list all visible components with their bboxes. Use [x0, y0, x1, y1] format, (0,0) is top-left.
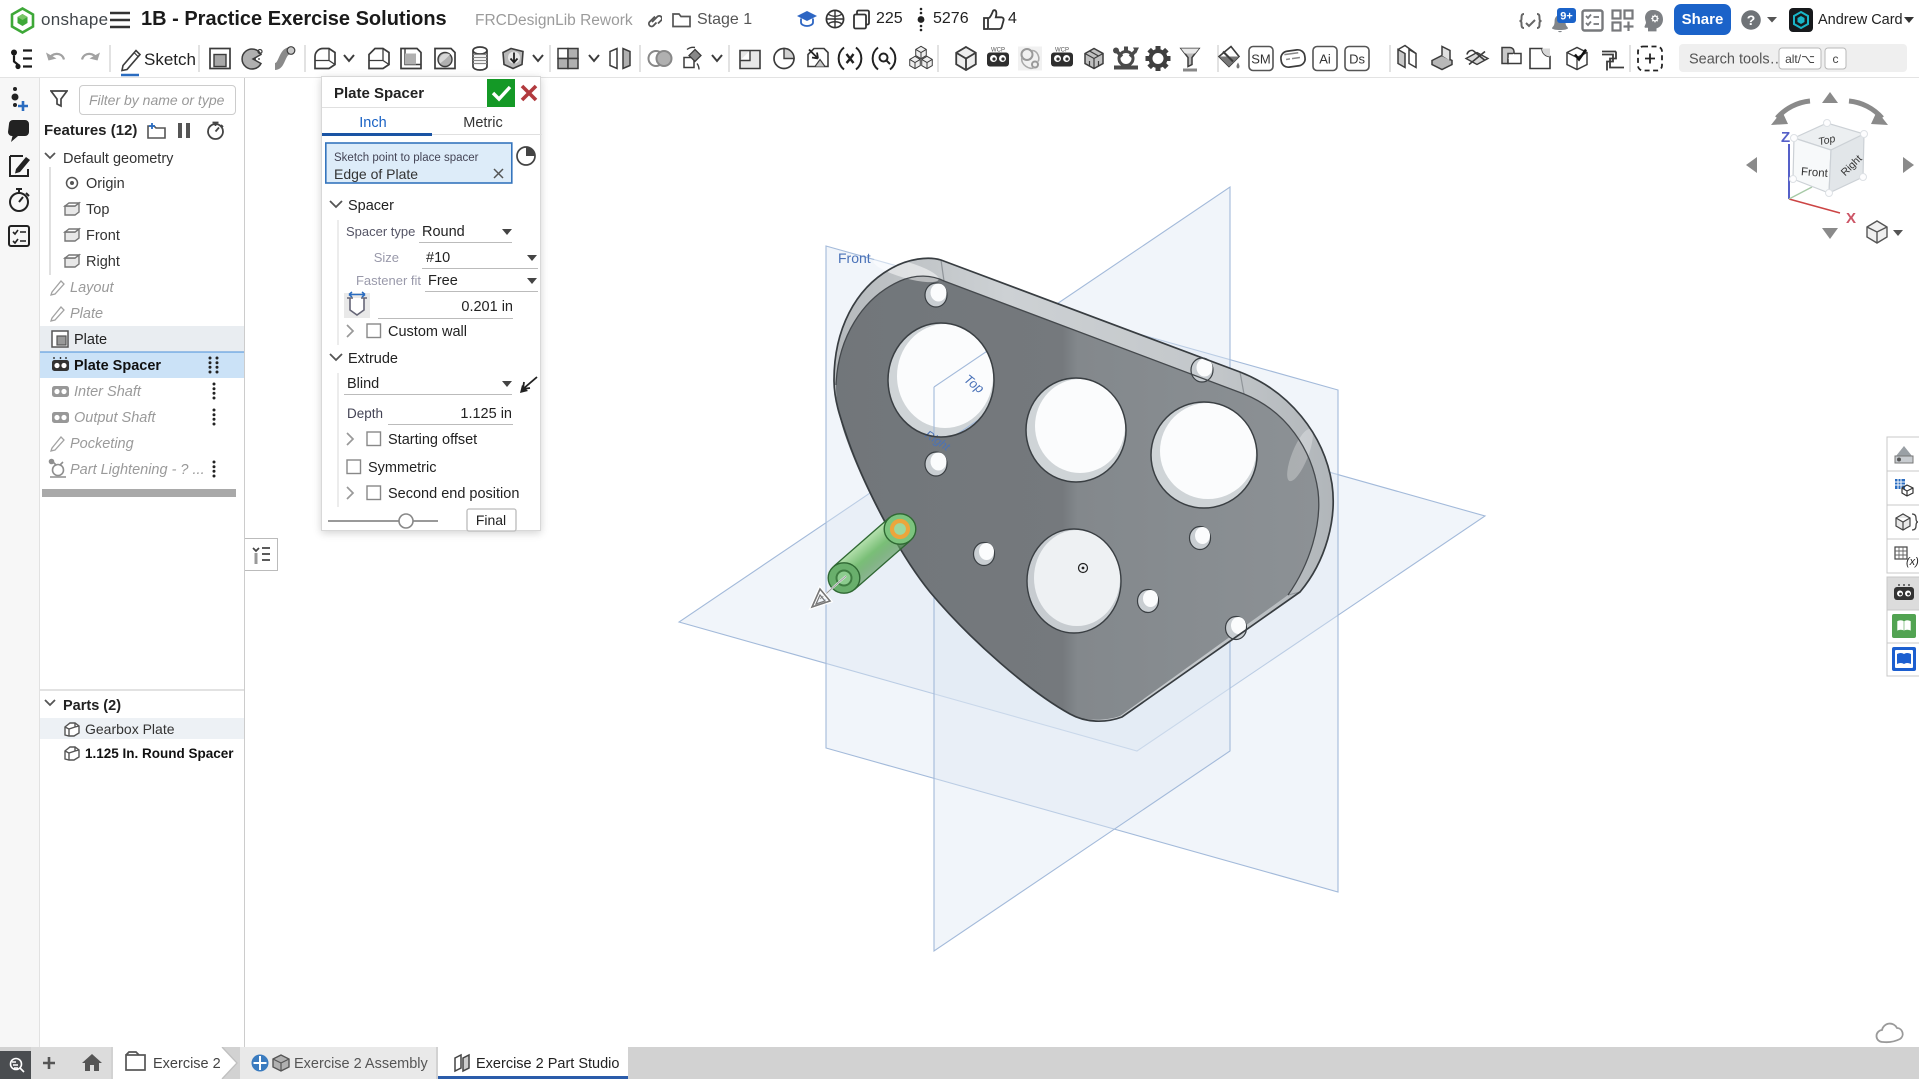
svg-text:Fastener fit: Fastener fit [356, 273, 421, 288]
svg-text:Top: Top [86, 202, 109, 218]
svg-text:Inter Shaft: Inter Shaft [74, 384, 142, 400]
svg-text:9+: 9+ [1560, 11, 1573, 23]
svg-text:Front: Front [838, 250, 871, 266]
svg-text:Plate: Plate [74, 332, 107, 348]
svg-text:Round: Round [422, 224, 465, 240]
svg-text:Extrude: Extrude [348, 351, 398, 367]
svg-text:Ds: Ds [1349, 52, 1365, 67]
svg-text:Gearbox Plate: Gearbox Plate [85, 721, 175, 737]
svg-text:?: ? [1747, 12, 1756, 28]
svg-text:Exercise 2 Part Studio: Exercise 2 Part Studio [476, 1056, 619, 1072]
svg-text:Spacer type: Spacer type [346, 224, 415, 239]
svg-text:Inch: Inch [359, 115, 386, 131]
svg-text:1.125 In. Round Spacer: 1.125 In. Round Spacer [85, 746, 234, 761]
svg-text:Origin: Origin [86, 176, 125, 192]
svg-text:Ai: Ai [1319, 52, 1331, 67]
svg-text:Sketch: Sketch [144, 50, 196, 69]
svg-text:Custom wall: Custom wall [388, 324, 467, 340]
svg-text:Starting offset: Starting offset [388, 432, 477, 448]
svg-text:SM: SM [1251, 52, 1271, 67]
svg-text:Default geometry: Default geometry [63, 151, 174, 167]
svg-text:Exercise 2: Exercise 2 [153, 1056, 221, 1072]
svg-text:0.201 in: 0.201 in [461, 299, 513, 315]
svg-text:Plate Spacer: Plate Spacer [334, 85, 424, 102]
svg-text:Edge of Plate: Edge of Plate [334, 166, 418, 182]
svg-text:Front: Front [1801, 166, 1829, 180]
svg-text:Part Lightening - ? ...: Part Lightening - ? ... [70, 462, 205, 478]
svg-text:Right: Right [86, 254, 120, 270]
svg-text:Layout: Layout [70, 280, 115, 296]
svg-text:Depth: Depth [347, 406, 383, 421]
svg-text:Output Shaft: Output Shaft [74, 410, 156, 426]
svg-text:X: X [1846, 210, 1856, 227]
svg-text:Parts (2): Parts (2) [63, 698, 121, 714]
svg-text:Free: Free [428, 273, 458, 289]
svg-text:1.125 in: 1.125 in [460, 406, 512, 422]
svg-text:Metric: Metric [463, 115, 502, 131]
svg-text:Search tools…: Search tools… [1689, 52, 1784, 68]
svg-text:Plate Spacer: Plate Spacer [74, 358, 161, 374]
svg-text:Z: Z [1781, 129, 1790, 146]
svg-text:Plate: Plate [70, 306, 103, 322]
svg-text:Pocketing: Pocketing [70, 436, 134, 452]
svg-text:Spacer: Spacer [348, 198, 394, 214]
svg-text:Size: Size [374, 250, 399, 265]
svg-text:#10: #10 [426, 250, 450, 266]
svg-text:Second end position: Second end position [388, 486, 519, 502]
svg-text:Exercise 2 Assembly: Exercise 2 Assembly [294, 1056, 429, 1072]
svg-text:Blind: Blind [347, 376, 379, 392]
svg-text:alt/⌥: alt/⌥ [1785, 52, 1815, 66]
svg-text:c: c [1833, 52, 1839, 66]
svg-text:Sketch point to place spacer: Sketch point to place spacer [334, 152, 479, 164]
svg-text:Symmetric: Symmetric [368, 460, 436, 476]
svg-text:Front: Front [86, 228, 120, 244]
svg-text:Final: Final [476, 512, 506, 528]
svg-text:(x): (x) [1906, 556, 1919, 568]
